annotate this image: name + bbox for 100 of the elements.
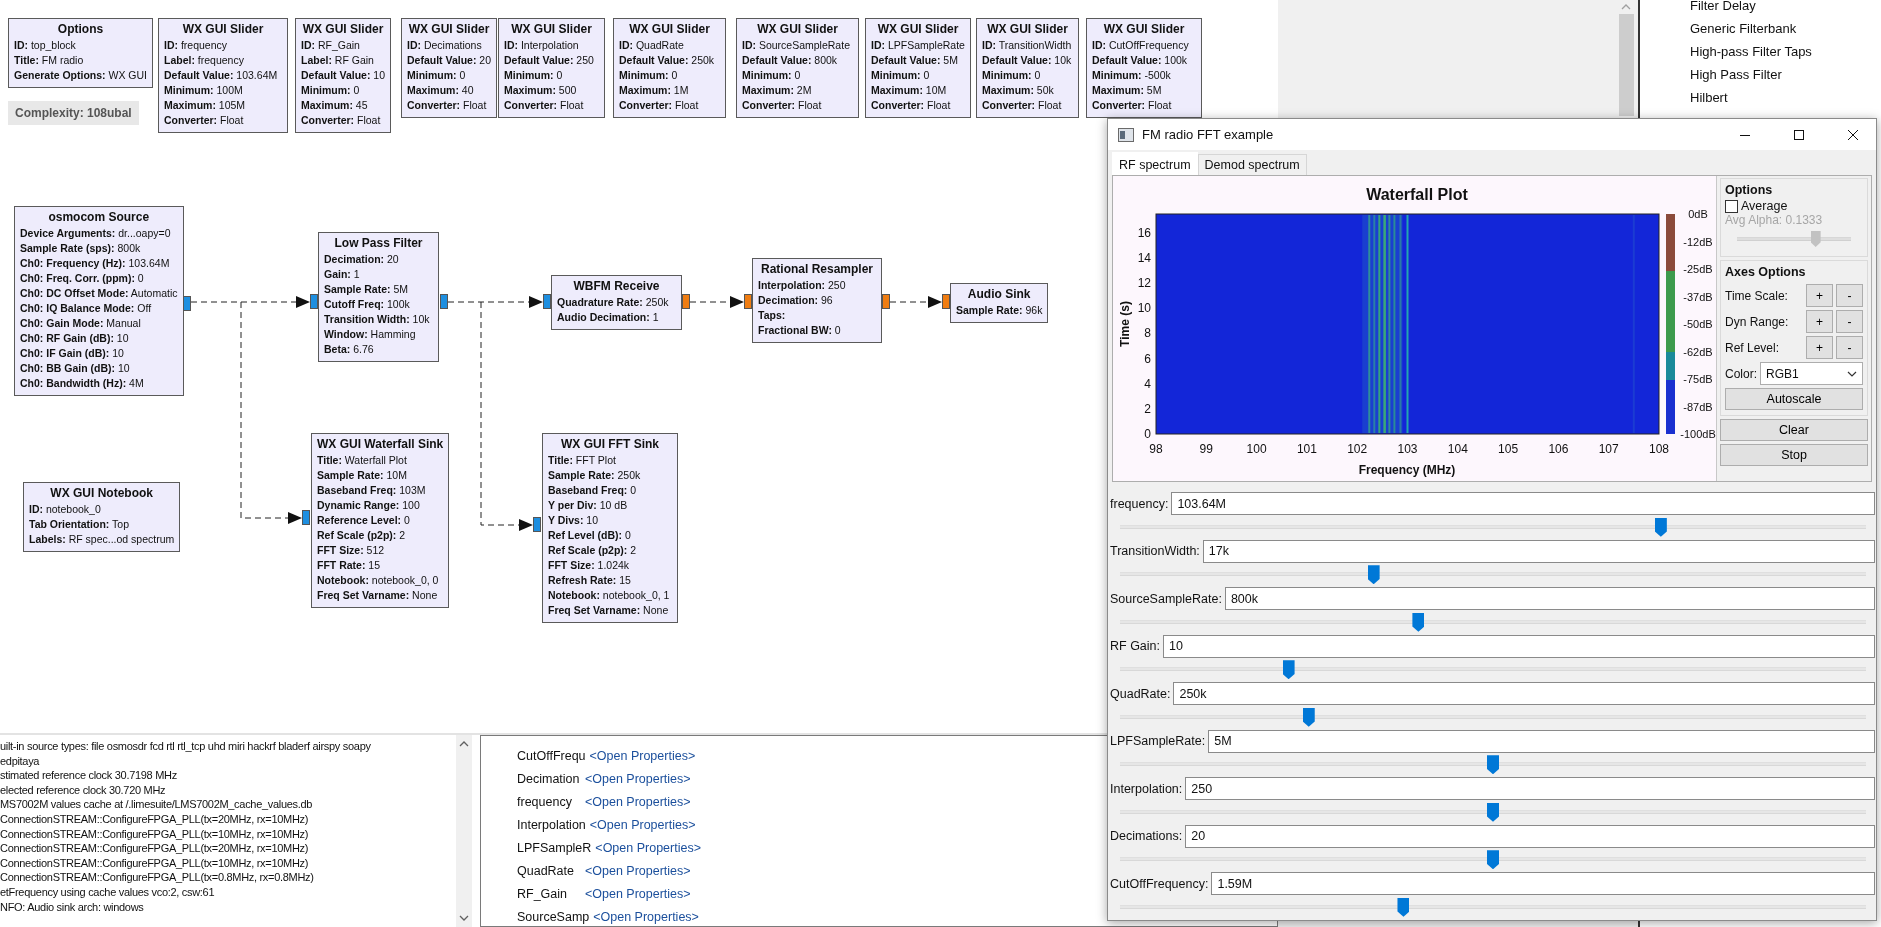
- autoscale-button[interactable]: Autoscale: [1725, 388, 1863, 410]
- slider-thumb[interactable]: [1487, 755, 1499, 775]
- plus-button[interactable]: +: [1806, 310, 1833, 333]
- slider-thumb[interactable]: [1397, 897, 1410, 917]
- block-port[interactable]: [744, 294, 752, 309]
- close-icon[interactable]: [1847, 128, 1859, 141]
- flowgraph-block[interactable]: WX GUI Slider ID: TransitionWidth Default Value: 10k Minimum: 0 Maximum: 50k Converter: Float: [976, 18, 1079, 118]
- flowgraph-block[interactable]: WX GUI Slider ID: QuadRate Default Value: 250k Minimum: 0 Maximum: 1M Converter: Float: [613, 18, 726, 118]
- flowgraph-block[interactable]: Options ID: top_block Title: FM radio Generate Options: WX GUI: [8, 18, 154, 88]
- block-param: Tab Orientation: Top: [29, 517, 130, 532]
- slider-thumb[interactable]: [1367, 565, 1380, 585]
- library-item[interactable]: High-pass Filter Taps: [1690, 40, 1881, 63]
- block-port[interactable]: [183, 296, 191, 311]
- value-field[interactable]: 1.59M: [1211, 872, 1875, 895]
- scroll-up-icon[interactable]: [1621, 4, 1631, 10]
- flowgraph-block[interactable]: Audio Sink Sample Rate: 96k: [950, 283, 1049, 323]
- action-button[interactable]: Stop: [1720, 444, 1868, 466]
- flowgraph-block[interactable]: WX GUI Slider ID: CutOffFrequency Default Value: 100k Minimum: -500k Maximum: 5M Converter: Float: [1086, 18, 1202, 118]
- flowgraph-block[interactable]: [542, 433, 678, 623]
- block-param: Sample Rate: 96k: [956, 303, 1043, 318]
- library-item[interactable]: High Pass Filter: [1690, 63, 1881, 86]
- slider-thumb[interactable]: [1412, 612, 1425, 632]
- action-button[interactable]: Clear: [1720, 419, 1868, 441]
- dropdown-value: RGB1: [1766, 366, 1799, 381]
- slider-thumb[interactable]: [1302, 707, 1315, 727]
- maximize-icon[interactable]: [1793, 128, 1805, 141]
- minus-button[interactable]: -: [1836, 336, 1863, 359]
- flowgraph-block[interactable]: [311, 433, 450, 608]
- block-port[interactable]: [310, 294, 318, 309]
- block-param: FFT Size: 1.024k: [548, 558, 631, 573]
- block-param: FFT Size: 512: [317, 543, 386, 558]
- open-properties-link[interactable]: <Open Properties>: [585, 771, 691, 786]
- block-title: WBFM Receive: [572, 278, 661, 295]
- value-field[interactable]: 103.64M: [1171, 492, 1875, 515]
- slider-thumb[interactable]: [1487, 802, 1499, 822]
- scrollbar[interactable]: [456, 735, 472, 927]
- minus-button[interactable]: -: [1836, 284, 1863, 307]
- minus-button[interactable]: -: [1836, 310, 1863, 333]
- block-param: Window: Hamming: [324, 327, 417, 342]
- block-param: Maximum: 5M: [1092, 83, 1163, 98]
- block-port[interactable]: [682, 294, 690, 309]
- flowgraph-block[interactable]: Low Pass Filter Decimation: 20 Gain: 1 Sample Rate: 5M Cutoff Freq: 100k Transition Width: 10k Window: Hamming Beta: 6.76: [318, 232, 439, 362]
- plus-button[interactable]: +: [1806, 284, 1833, 307]
- flowgraph-block[interactable]: [14, 206, 184, 396]
- control-label: Color:: [1725, 366, 1757, 381]
- open-properties-link[interactable]: <Open Properties>: [585, 794, 691, 809]
- console-line: MS7002M values cache at /.limesuite/LMS7002M_cache_values.db: [0, 797, 314, 812]
- flowgraph-block[interactable]: WX GUI Slider ID: RF_Gain Label: RF Gain Default Value: 10 Minimum: 0 Maximum: 45 Converter: Float: [295, 18, 392, 133]
- value-field[interactable]: 250k: [1173, 682, 1875, 705]
- flowgraph-block[interactable]: Rational Resampler Interpolation: 250 Decimation: 96 Taps: Fractional BW: 0: [752, 258, 882, 343]
- scroll-down-icon[interactable]: [459, 915, 469, 921]
- open-properties-link[interactable]: <Open Properties>: [585, 886, 691, 901]
- slider-thumb[interactable]: [1282, 660, 1295, 680]
- value-field[interactable]: 5M: [1208, 729, 1875, 753]
- block-title: WX GUI Slider: [510, 21, 593, 38]
- open-properties-link[interactable]: <Open Properties>: [589, 817, 696, 832]
- flowgraph-block[interactable]: WBFM Receive Quadrature Rate: 250k Audio Decimation: 1: [551, 275, 682, 330]
- color-dropdown[interactable]: RGB1: [1760, 362, 1863, 385]
- slider-thumb[interactable]: [1487, 850, 1499, 870]
- scroll-up-icon[interactable]: [459, 741, 469, 747]
- block-param: Default Value: 5M: [871, 53, 959, 68]
- block-param: Ch0: RF Gain (dB): 10: [20, 331, 130, 346]
- block-port[interactable]: [302, 510, 310, 525]
- tab[interactable]: RF spectrum: [1112, 152, 1198, 175]
- block-param: Decimation: 20: [324, 252, 400, 267]
- tick-label: 12: [1137, 276, 1151, 291]
- block-param: ID: CutOffFrequency: [1092, 38, 1190, 53]
- open-properties-link[interactable]: <Open Properties>: [595, 840, 701, 855]
- flowgraph-block[interactable]: WX GUI Slider ID: SourceSampleRate Default Value: 800k Minimum: 0 Maximum: 2M Converter: Float: [736, 18, 859, 118]
- flowgraph-block[interactable]: WX GUI Slider ID: frequency Label: frequency Default Value: 103.64M Minimum: 100M Maximum: 105M Converter: Float: [158, 18, 288, 133]
- library-item[interactable]: Hilbert: [1690, 86, 1881, 109]
- block-port[interactable]: [882, 294, 890, 309]
- value-field[interactable]: 800k: [1224, 587, 1875, 610]
- library-item[interactable]: Generic Filterbank: [1690, 17, 1881, 40]
- block-port[interactable]: [533, 517, 541, 532]
- flowgraph-block[interactable]: WX GUI Slider ID: Decimations Default Value: 20 Minimum: 0 Maximum: 40 Converter: Float: [401, 18, 498, 118]
- library-item[interactable]: Filter Delay: [1690, 0, 1881, 17]
- slider-thumb[interactable]: [1654, 517, 1667, 537]
- flowgraph-block[interactable]: WX GUI Notebook ID: notebook_0 Tab Orientation: Top Labels: RF spec...od spectrum: [23, 482, 181, 552]
- block-title: WX GUI Slider: [756, 21, 839, 38]
- value-field[interactable]: 20: [1185, 824, 1875, 848]
- checkbox[interactable]: [1725, 199, 1738, 213]
- open-properties-link[interactable]: <Open Properties>: [593, 909, 699, 924]
- tab[interactable]: Demod spectrum: [1197, 154, 1307, 175]
- value-field[interactable]: 250: [1185, 777, 1875, 800]
- value-field[interactable]: 17k: [1202, 539, 1875, 563]
- value-field[interactable]: 10: [1163, 634, 1875, 658]
- flowgraph-block[interactable]: WX GUI Slider ID: LPFSampleRate Default Value: 5M Minimum: 0 Maximum: 10M Converter: Float: [865, 18, 971, 118]
- block-port[interactable]: [440, 294, 448, 309]
- slider-label: SourceSampleRate:: [1110, 591, 1222, 606]
- variable-name: Decimation: [517, 771, 581, 786]
- open-properties-link[interactable]: <Open Properties>: [589, 748, 696, 763]
- open-properties-link[interactable]: <Open Properties>: [585, 863, 691, 878]
- block-port[interactable]: [942, 294, 950, 309]
- plus-button[interactable]: +: [1806, 336, 1833, 359]
- axis-label: Time (s): [1118, 301, 1132, 347]
- block-port[interactable]: [543, 294, 551, 309]
- block-param: Default Value: 20: [407, 53, 492, 68]
- flowgraph-block[interactable]: WX GUI Slider ID: Interpolation Default Value: 250 Minimum: 0 Maximum: 500 Converter: Float: [498, 18, 605, 118]
- block-param: Ch0: DC Offset Mode: Automatic: [20, 286, 178, 301]
